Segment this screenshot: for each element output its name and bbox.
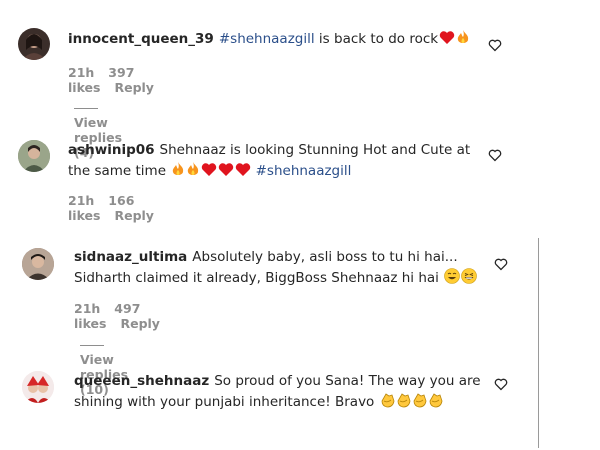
clapping-emoji-icon — [397, 393, 411, 408]
hashtag-link[interactable]: #shehnaazgill — [219, 31, 315, 47]
fire-emoji-icon — [457, 30, 469, 43]
username[interactable]: queeen_shehnaaz — [74, 373, 209, 389]
clapping-emoji-icon — [413, 393, 427, 408]
reply-button[interactable]: Reply — [120, 316, 159, 331]
comment-body: queeen_shehnaaz So proud of you Sana! The… — [74, 371, 484, 413]
hashtag-link[interactable]: #shehnaazgill — [256, 163, 352, 179]
grinning-emoji-icon — [444, 268, 461, 284]
avatar[interactable] — [22, 371, 54, 403]
username[interactable]: ashwinip06 — [68, 142, 155, 158]
comment-body: innocent_queen_39 #shehnaazgill is back t… — [68, 29, 478, 50]
heart-emoji-icon — [202, 163, 217, 176]
heart-outline-icon[interactable] — [488, 38, 502, 52]
heart-emoji-icon — [236, 163, 251, 176]
reply-button[interactable]: Reply — [114, 208, 153, 223]
laughing-emoji-icon — [461, 268, 478, 284]
heart-emoji-icon — [219, 163, 234, 176]
heart-outline-icon[interactable] — [494, 257, 508, 271]
comment-meta: 21h 166 likes Reply — [68, 193, 168, 223]
fire-emoji-icon — [188, 162, 199, 175]
replies-divider — [74, 108, 98, 109]
scrollbar-track[interactable] — [538, 238, 539, 448]
comment-meta: 21h 497 likes Reply — [74, 301, 174, 331]
clapping-emoji-icon — [429, 393, 443, 408]
comment-body: sidnaaz_ultima Absolutely baby, asli boss… — [74, 247, 484, 289]
replies-divider — [80, 345, 104, 346]
username[interactable]: innocent_queen_39 — [68, 31, 214, 47]
comment-body: ashwinip06 Shehnaaz is looking Stunning H… — [68, 140, 478, 182]
avatar[interactable] — [18, 28, 50, 60]
timestamp: 21h — [68, 65, 95, 80]
timestamp: 21h — [74, 301, 101, 316]
fire-emoji-icon — [173, 162, 184, 175]
heart-emoji-icon — [439, 31, 455, 44]
clapping-emoji-icon — [381, 393, 395, 408]
reply-button[interactable]: Reply — [114, 80, 153, 95]
comment-meta: 21h 397 likes Reply — [68, 65, 168, 95]
timestamp: 21h — [68, 193, 95, 208]
avatar[interactable] — [18, 140, 50, 172]
avatar[interactable] — [22, 248, 54, 280]
comment-text: is back to do rock — [318, 31, 439, 47]
heart-outline-icon[interactable] — [488, 148, 502, 162]
username[interactable]: sidnaaz_ultima — [74, 249, 187, 265]
heart-outline-icon[interactable] — [494, 377, 508, 391]
